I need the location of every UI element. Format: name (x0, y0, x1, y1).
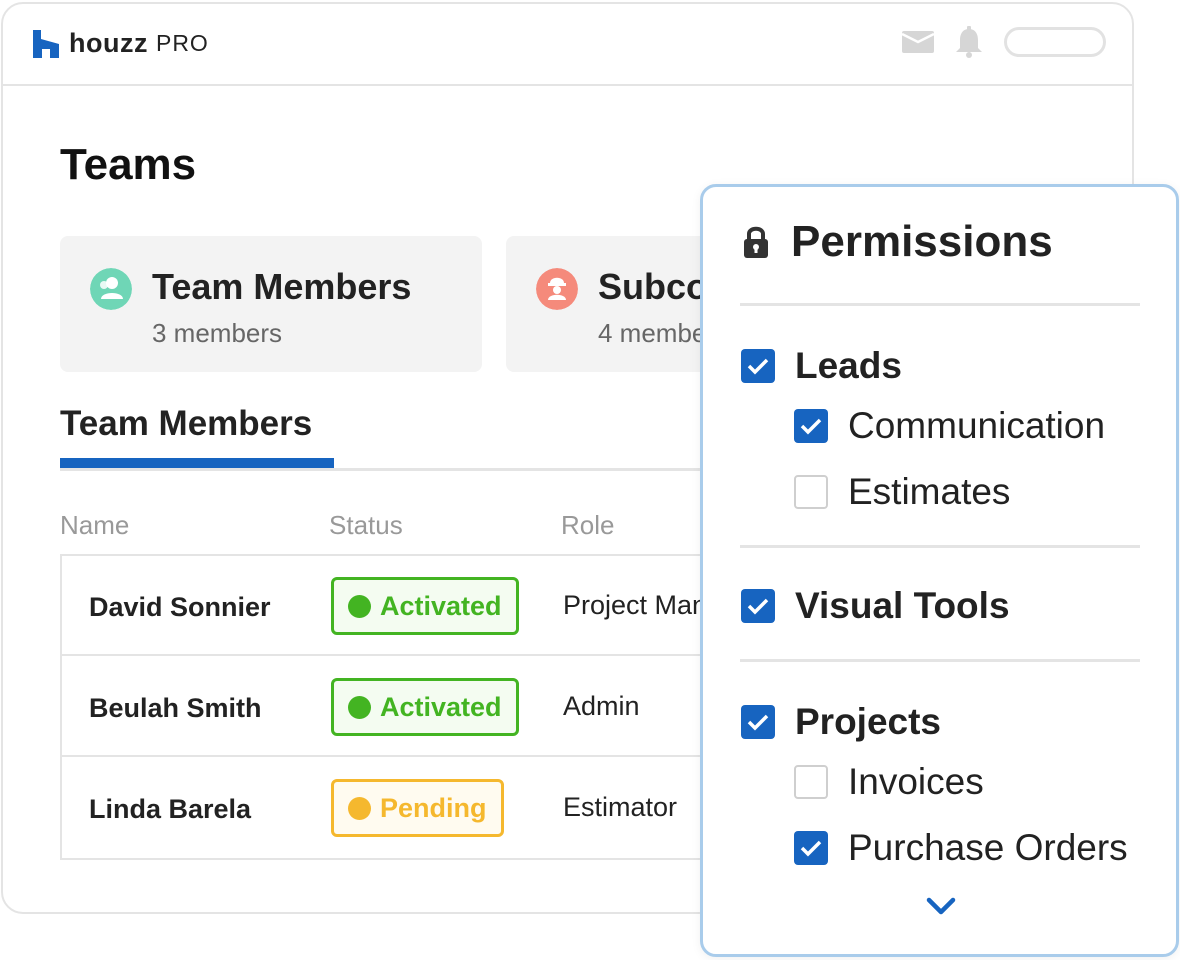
divider (740, 545, 1140, 548)
permission-label: Purchase Orders (848, 827, 1128, 868)
member-name: David Sonnier (89, 592, 271, 622)
permission-label: Leads (795, 345, 902, 386)
member-name: Beulah Smith (89, 693, 262, 723)
permission-leads[interactable]: Leads (741, 345, 902, 387)
checkbox-estimates[interactable] (794, 475, 828, 509)
permission-label: Projects (795, 701, 942, 742)
card-title: Team Members (152, 266, 412, 307)
status-badge: Activated (331, 678, 519, 736)
permission-label: Invoices (848, 761, 984, 802)
check-icon (800, 418, 822, 435)
permissions-header: Permissions (743, 217, 1053, 267)
check-icon (800, 840, 822, 857)
houzz-logo[interactable]: houzz PRO (33, 28, 209, 59)
subcontractor-icon (536, 268, 578, 310)
status-label: Activated (380, 691, 502, 722)
brand-name: houzz (69, 28, 148, 58)
team-members-card[interactable]: Team Members 3 members (60, 236, 482, 372)
permissions-panel: Permissions Leads Communication Estimate… (700, 184, 1179, 957)
status-badge: Activated (331, 577, 519, 635)
card-subtitle: 3 members (152, 318, 283, 348)
checkbox-invoices[interactable] (794, 765, 828, 799)
check-icon (747, 598, 769, 615)
active-tab-indicator (60, 458, 334, 468)
status-dot (348, 695, 371, 719)
checkbox-projects[interactable] (741, 705, 775, 739)
checkbox-leads[interactable] (741, 349, 775, 383)
column-header-status[interactable]: Status (329, 510, 403, 541)
permission-label: Visual Tools (795, 585, 1010, 626)
divider (740, 303, 1140, 306)
top-icons (902, 26, 1106, 58)
member-role: Admin (563, 691, 640, 721)
permissions-title: Permissions (791, 217, 1053, 266)
permission-visual-tools[interactable]: Visual Tools (741, 585, 1010, 627)
search-input[interactable] (1004, 27, 1106, 57)
checkbox-visual-tools[interactable] (741, 589, 775, 623)
brand-suffix: PRO (155, 30, 209, 56)
top-bar: houzz PRO (3, 4, 1132, 86)
column-header-role[interactable]: Role (561, 510, 614, 541)
tab-team-members[interactable]: Team Members (60, 404, 312, 444)
permission-communication[interactable]: Communication (794, 405, 1105, 447)
divider (740, 659, 1140, 662)
mail-icon[interactable] (902, 31, 934, 53)
permission-label: Communication (848, 405, 1106, 446)
status-dot (348, 796, 371, 820)
checkbox-communication[interactable] (794, 409, 828, 443)
status-label: Activated (380, 590, 502, 621)
page-title: Teams (60, 140, 197, 189)
member-role: Estimator (563, 792, 678, 822)
permission-estimates[interactable]: Estimates (794, 471, 1010, 513)
status-badge: Pending (331, 779, 504, 837)
permission-label: Estimates (848, 471, 1011, 512)
team-members-icon (90, 268, 132, 310)
chevron-down-icon[interactable] (925, 895, 957, 917)
checkbox-purchase-orders[interactable] (794, 831, 828, 865)
column-header-name[interactable]: Name (60, 510, 129, 541)
permission-invoices[interactable]: Invoices (794, 761, 984, 803)
houzz-logo-icon (33, 29, 59, 58)
permission-purchase-orders[interactable]: Purchase Orders (794, 827, 1128, 869)
bell-icon[interactable] (954, 26, 984, 58)
permission-projects[interactable]: Projects (741, 701, 941, 743)
lock-icon (744, 226, 768, 258)
status-dot (348, 594, 371, 618)
member-name: Linda Barela (89, 794, 252, 824)
check-icon (747, 358, 769, 375)
status-label: Pending (380, 792, 487, 823)
check-icon (747, 714, 769, 731)
